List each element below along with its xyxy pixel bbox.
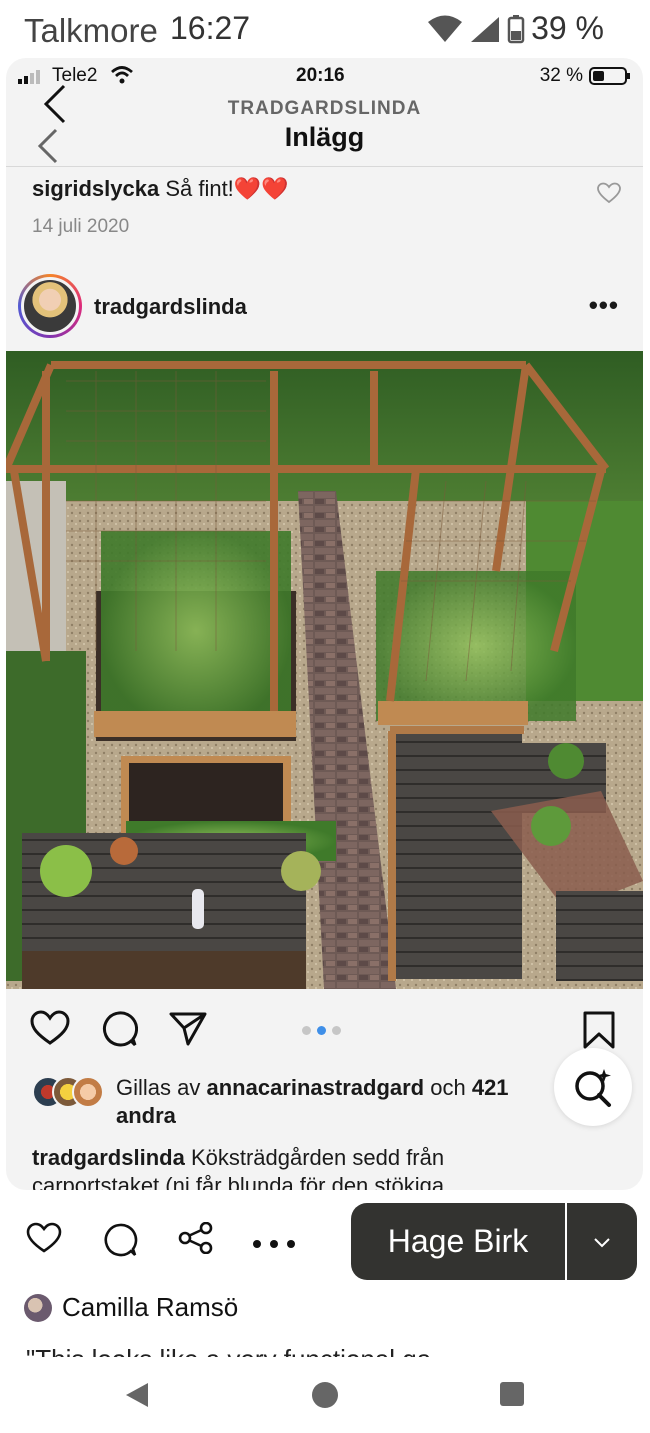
chevron-down-icon (594, 1237, 610, 1247)
share-icon (169, 1012, 207, 1046)
inner-status-bar: Tele2 20:16 32 % (6, 58, 643, 92)
carousel-dot (332, 1026, 341, 1035)
outer-battery-percent: 39 % (531, 10, 604, 46)
post-author[interactable]: tradgardslinda (94, 294, 247, 320)
lens-icon (575, 1069, 611, 1107)
system-nav-bar (0, 1357, 650, 1433)
carousel-indicator (302, 1026, 341, 1035)
header-divider (6, 166, 643, 167)
share-icon (178, 1221, 213, 1255)
post-actions (6, 1002, 643, 1058)
comment: sigridslycka Så fint!❤️❤️ (32, 176, 289, 202)
pinner[interactable]: Camilla Ramsö (24, 1292, 238, 1323)
home-nav-button[interactable] (311, 1381, 339, 1414)
more-icon (253, 1240, 295, 1248)
likes-prefix: Gillas av (116, 1075, 207, 1100)
visual-search-button[interactable] (554, 1048, 632, 1126)
likes-user[interactable]: annacarinastradgard (206, 1075, 424, 1100)
board-picker-button[interactable] (567, 1203, 637, 1280)
page-title: Inlägg (284, 122, 365, 152)
outer-status-icons: 39 % (427, 10, 604, 47)
avatar (21, 277, 79, 335)
comment-user[interactable]: sigridslycka (32, 176, 159, 201)
save-button[interactable]: Hage Birk (351, 1203, 567, 1280)
pinner-name: Camilla Ramsö (62, 1292, 239, 1322)
home-nav-icon (312, 1382, 338, 1408)
heart-icon (597, 182, 621, 204)
pin-share-button[interactable] (178, 1221, 214, 1259)
avatar (72, 1076, 104, 1108)
inner-battery-percent: 32 % (539, 65, 583, 86)
back-nav-icon (126, 1383, 148, 1407)
post-image[interactable] (6, 351, 643, 989)
back-nav-button[interactable] (124, 1381, 150, 1414)
post-caption: tradgardslinda Köksträdgården sedd från … (32, 1144, 502, 1190)
outer-carrier: Talkmore (24, 12, 158, 49)
recents-nav-button[interactable] (499, 1381, 525, 1412)
save-to-board: Hage Birk (351, 1203, 637, 1280)
pin-comment-button[interactable] (102, 1222, 138, 1263)
share-button[interactable] (168, 1010, 208, 1053)
outer-status-bar: Talkmore 16:27 39 % (0, 0, 650, 58)
instagram-screenshot: Tele2 20:16 32 % TRADGARDSLINDA Inlägg s… (6, 58, 643, 1190)
battery-icon (507, 14, 525, 43)
likes-count: 421 (471, 1075, 509, 1100)
likes-suffix: andra (116, 1103, 176, 1128)
recents-nav-icon (500, 1382, 524, 1406)
comment-button[interactable] (100, 1010, 139, 1053)
inner-battery-icon (589, 67, 630, 85)
carousel-dot (302, 1026, 311, 1035)
inner-battery: 32 % (540, 65, 631, 87)
comment-icon (104, 1223, 138, 1257)
caption-user[interactable]: tradgardslinda (32, 1145, 185, 1170)
more-button[interactable]: ••• (589, 290, 619, 321)
bookmark-icon (583, 1011, 615, 1049)
likes-summary[interactable]: Gillas av annacarinastradgard och 421 and… (116, 1074, 566, 1130)
comment-icon (103, 1011, 139, 1047)
author-avatar[interactable] (18, 274, 82, 338)
pin-like-button[interactable] (26, 1222, 62, 1259)
pin-more-button[interactable] (252, 1236, 296, 1254)
post-account-label: TRADGARDSLINDA (227, 98, 422, 119)
heart-icon (26, 1222, 62, 1253)
inner-clock: 20:16 (296, 65, 345, 86)
inner-wifi-icon (110, 66, 134, 90)
outer-clock: 16:27 (170, 10, 251, 46)
heart-icon (30, 1010, 70, 1045)
pin-description: "This looks like a very functional ga (26, 1344, 626, 1357)
avatar (24, 1293, 52, 1322)
like-button[interactable] (30, 1010, 70, 1051)
comment-date: 14 juli 2020 (32, 216, 130, 237)
wifi-icon (428, 15, 463, 42)
comment-like-button[interactable] (597, 182, 621, 209)
signal-icon (471, 16, 500, 42)
liker-avatars (32, 1076, 112, 1110)
comment-text: Så fint!❤️❤️ (165, 176, 289, 201)
more-icon: ••• (588, 290, 619, 320)
likes-middle: och (424, 1075, 472, 1100)
carousel-dot-active (317, 1026, 326, 1035)
